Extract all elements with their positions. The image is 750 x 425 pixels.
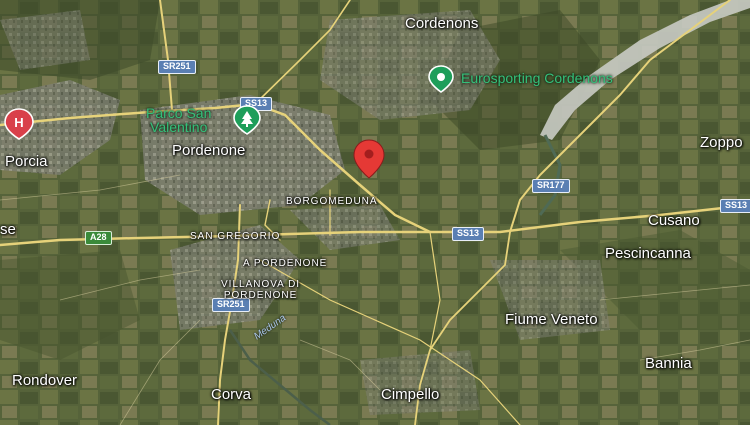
town-label: Cusano — [648, 212, 700, 229]
road-shield-ss13: SS13 — [452, 227, 485, 241]
town-label: Porcia — [5, 153, 48, 170]
district-label: A PORDENONE — [243, 258, 328, 269]
hospital-icon[interactable]: H — [3, 108, 35, 145]
poi-label-parco[interactable]: Parco San Valentino — [146, 106, 211, 134]
district-label: VILLANOVA DI PORDENONE — [221, 279, 301, 301]
town-label: Fiume Veneto — [505, 311, 598, 328]
town-label: Cordenons — [405, 15, 479, 32]
town-label: Corva — [211, 386, 252, 403]
poi-label-eurosporting[interactable]: Eurosporting Cordenons — [461, 71, 613, 85]
town-label: Rondover — [12, 372, 78, 389]
road-shield-a28: A28 — [85, 231, 112, 245]
location-dot-icon[interactable] — [428, 65, 454, 98]
town-label: Zoppo — [700, 134, 743, 151]
town-label: Pordenone — [172, 142, 246, 159]
town-label: se — [0, 221, 16, 238]
district-label: BORGOMEDUNA — [286, 196, 378, 207]
district-label: SAN GREGORIO — [190, 231, 281, 242]
road-shield-sr177: SR177 — [532, 179, 570, 193]
town-label: Bannia — [645, 355, 692, 372]
road-shield-sr251: SR251 — [158, 60, 196, 74]
satellite-terrain — [0, 0, 750, 425]
town-label: Cimpello — [381, 386, 440, 403]
tree-icon[interactable] — [233, 105, 261, 140]
map-canvas[interactable]: SR251 SS13 SR177 SS13 A28 SR251 SS13 Cor… — [0, 0, 750, 425]
location-pin-icon[interactable] — [352, 139, 386, 184]
hospital-label: H — [14, 115, 23, 130]
road-shield-ss13: SS13 — [720, 199, 750, 213]
town-label: Pescincanna — [605, 245, 691, 262]
